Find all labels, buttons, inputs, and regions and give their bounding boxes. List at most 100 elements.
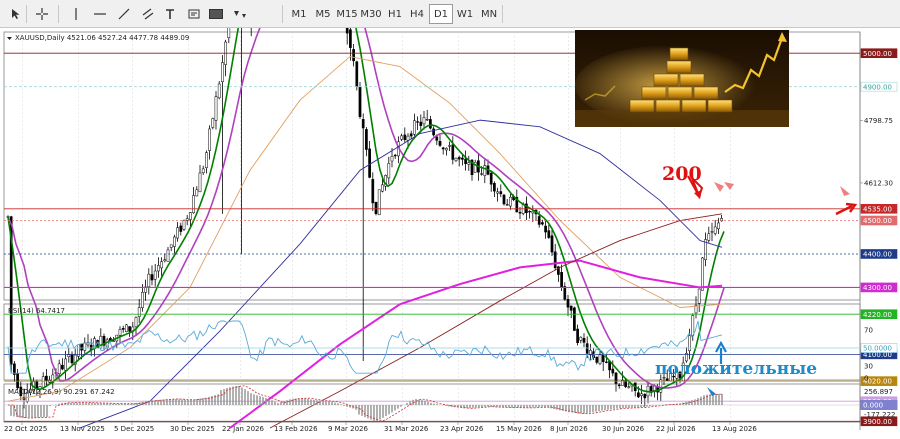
rsi-50-badge-label: 50.0000 xyxy=(863,345,892,353)
price-candle xyxy=(125,324,128,333)
candle-body xyxy=(710,231,714,233)
timeframe-d1[interactable]: D1 xyxy=(429,4,453,24)
cursor-icon[interactable] xyxy=(6,4,26,24)
candle-body xyxy=(41,376,45,389)
macd-axis-label: 256.897 xyxy=(864,388,893,396)
text-icon[interactable] xyxy=(160,4,180,24)
candle-body xyxy=(214,96,218,121)
candle-body xyxy=(573,307,576,331)
price-axis-label: 4798.75 xyxy=(864,117,893,125)
macd-zero-badge-label: 0.000 xyxy=(863,402,883,410)
candle-body xyxy=(713,226,717,234)
price-candle xyxy=(573,306,576,331)
channel-icon[interactable] xyxy=(138,4,158,24)
candle-body xyxy=(640,393,643,396)
candle-body xyxy=(64,358,67,371)
candle-body xyxy=(432,128,435,136)
crosshair-icon-glyph xyxy=(36,8,48,20)
candle-body xyxy=(531,210,535,214)
label-icon-glyph xyxy=(188,9,200,19)
toolbar-separator xyxy=(26,5,27,23)
candle-body xyxy=(483,165,487,176)
vertical-line-icon[interactable] xyxy=(66,4,86,24)
candle-body xyxy=(409,133,413,137)
timeframe-mn[interactable]: MN xyxy=(477,4,501,24)
candle-body xyxy=(352,49,355,62)
candle-body xyxy=(605,361,608,363)
time-axis-label: 13 Aug 2026 xyxy=(712,425,757,433)
horizontal-line-icon[interactable] xyxy=(90,4,110,24)
time-axis-label: 22 Oct 2025 xyxy=(4,425,47,433)
candle-body xyxy=(157,265,160,272)
candle-body xyxy=(585,343,589,354)
candle-body xyxy=(451,144,455,160)
candle-body xyxy=(624,380,627,387)
candle-body xyxy=(541,222,544,225)
price-candle xyxy=(355,60,359,91)
candle-body xyxy=(579,336,583,341)
candle-body xyxy=(217,83,221,99)
candle-body xyxy=(461,157,464,160)
candle-body xyxy=(489,172,493,185)
price-candle xyxy=(377,189,381,216)
candle-body xyxy=(438,140,442,146)
time-axis-label: 5 Dec 2025 xyxy=(114,425,154,433)
rectangle-icon[interactable] xyxy=(206,4,226,24)
price-level-label: 4220.00 xyxy=(863,311,892,319)
timeframe-m1[interactable]: M1 xyxy=(287,4,311,24)
candle-body xyxy=(195,189,199,197)
candle-body xyxy=(393,154,397,157)
label-icon[interactable] xyxy=(184,4,204,24)
shapes-icon[interactable] xyxy=(230,4,250,24)
candle-body xyxy=(419,121,423,126)
rsi-axis-label: 70 xyxy=(864,327,873,335)
timeframe-m5[interactable]: M5 xyxy=(311,4,335,24)
timeframe-h1[interactable]: H1 xyxy=(383,4,407,24)
macd-label: MACD(12,26,9) 90.291 67.242 xyxy=(8,388,115,396)
candle-body xyxy=(208,128,211,151)
candle-body xyxy=(45,375,48,381)
candle-body xyxy=(569,305,573,311)
candle-body xyxy=(544,225,547,233)
candle-body xyxy=(221,62,224,82)
candle-body xyxy=(425,118,429,121)
candle-body xyxy=(355,61,359,87)
candle-body xyxy=(435,136,439,141)
candle-body xyxy=(502,194,506,205)
candle-body xyxy=(169,244,173,248)
channel-icon-glyph xyxy=(142,8,154,20)
timeframe-w1[interactable]: W1 xyxy=(453,4,477,24)
candle-body xyxy=(400,135,403,140)
price-level-label: 4535.00 xyxy=(863,205,892,213)
timeframe-m15[interactable]: M15 xyxy=(335,4,359,24)
candle-body xyxy=(537,216,541,225)
price-candle xyxy=(358,82,362,119)
crosshair-icon[interactable] xyxy=(32,4,52,24)
price-level-label: 4500.00 xyxy=(863,217,892,225)
candle-body xyxy=(227,28,231,38)
candle-body xyxy=(550,235,554,253)
gold-bars-image xyxy=(575,30,789,127)
candle-body xyxy=(637,392,640,398)
cursor-icon-glyph xyxy=(12,9,20,19)
candle-body xyxy=(377,189,381,216)
time-axis-label: 30 Jun 2026 xyxy=(602,425,645,433)
timeframe-h4[interactable]: H4 xyxy=(405,4,429,24)
candle-body xyxy=(518,212,522,214)
candle-body xyxy=(617,384,621,387)
candle-body xyxy=(441,147,445,150)
candle-body xyxy=(611,368,615,374)
candle-body xyxy=(83,342,87,351)
toolbar-separator xyxy=(502,5,503,23)
candle-body xyxy=(416,121,419,123)
time-axis-label: 22 Jul 2026 xyxy=(656,425,696,433)
candle-body xyxy=(496,191,499,194)
timeframe-m30[interactable]: M30 xyxy=(359,4,383,24)
shapes-icon-glyph xyxy=(234,11,246,18)
candle-body xyxy=(128,326,131,332)
candle-body xyxy=(701,257,704,291)
vertical-line-icon-glyph xyxy=(75,8,77,20)
candle-body xyxy=(553,251,557,269)
trendline-icon[interactable] xyxy=(114,4,134,24)
time-axis-label: 22 Jan 2026 xyxy=(222,425,265,433)
